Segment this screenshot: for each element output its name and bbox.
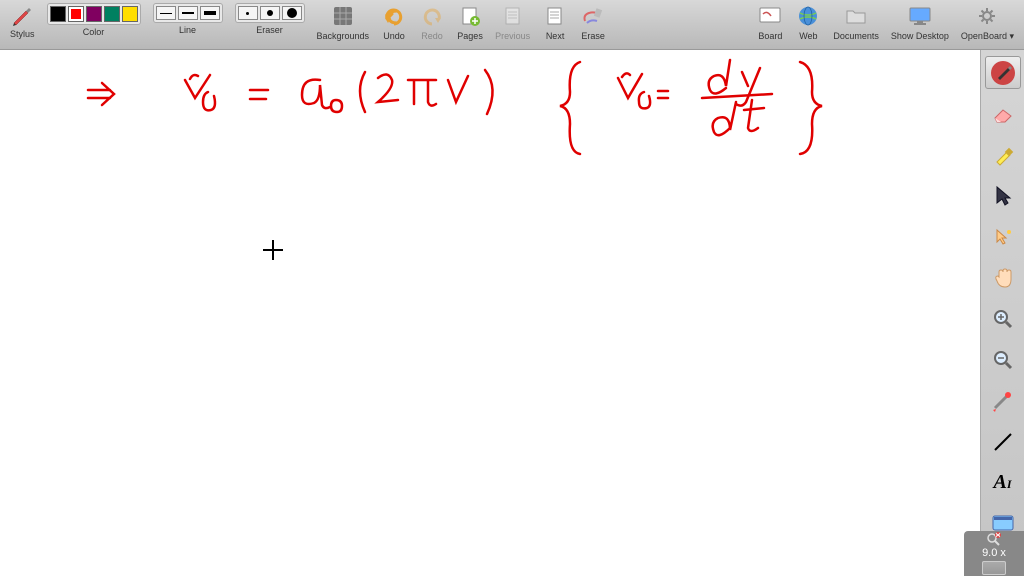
erase-icon — [580, 3, 606, 29]
erase-button[interactable]: Erase — [580, 3, 606, 41]
zoom-reset-icon — [986, 532, 1002, 546]
color-group: Color — [47, 3, 141, 37]
hand-tool[interactable] — [985, 261, 1021, 294]
previous-page-icon — [500, 3, 526, 29]
color-yellow[interactable] — [122, 6, 138, 22]
stylus-group: Stylus — [10, 3, 35, 39]
pages-button[interactable]: Pages — [457, 3, 483, 41]
line-thick[interactable] — [200, 6, 220, 20]
board-button[interactable]: Board — [757, 3, 783, 41]
folder-icon — [843, 3, 869, 29]
zoom-level: 9.0 x — [982, 547, 1006, 559]
eraser-medium[interactable] — [260, 6, 280, 20]
color-black[interactable] — [50, 6, 66, 22]
line-medium[interactable] — [178, 6, 198, 20]
next-page-icon — [542, 3, 568, 29]
desktop-icon — [907, 3, 933, 29]
show-desktop-button[interactable]: Show Desktop — [891, 3, 949, 41]
zoom-out-tool[interactable] — [985, 343, 1021, 376]
pen-tool[interactable] — [985, 56, 1021, 89]
board-icon — [757, 3, 783, 29]
color-red[interactable] — [68, 6, 84, 22]
highlighter-tool[interactable] — [985, 138, 1021, 171]
globe-icon — [795, 3, 821, 29]
line-label: Line — [179, 25, 196, 35]
redo-button[interactable]: Redo — [419, 3, 445, 41]
new-page-icon — [457, 3, 483, 29]
text-tool[interactable]: AI — [985, 466, 1021, 499]
stylus-icon[interactable] — [10, 3, 34, 27]
eraser-small[interactable] — [238, 6, 258, 20]
laser-tool[interactable] — [985, 384, 1021, 417]
undo-button[interactable]: Undo — [381, 3, 407, 41]
eraser-tool[interactable] — [985, 97, 1021, 130]
right-tool-panel: AI — [980, 50, 1024, 576]
web-button[interactable]: Web — [795, 3, 821, 41]
eraser-label: Eraser — [256, 25, 283, 35]
whiteboard-canvas[interactable] — [0, 50, 980, 576]
keyboard-icon[interactable] — [982, 561, 1006, 575]
color-teal[interactable] — [104, 6, 120, 22]
line-group: Line — [153, 3, 223, 35]
next-button[interactable]: Next — [542, 3, 568, 41]
gear-icon — [974, 3, 1000, 29]
main-toolbar: Stylus Color Line Eraser — [0, 0, 1024, 50]
stylus-label: Stylus — [10, 29, 35, 39]
line-thin[interactable] — [156, 6, 176, 20]
undo-icon — [381, 3, 407, 29]
documents-button[interactable]: Documents — [833, 3, 879, 41]
handwriting-layer — [0, 50, 980, 576]
color-label: Color — [83, 27, 105, 37]
redo-icon — [419, 3, 445, 29]
openboard-menu-button[interactable]: OpenBoard ▾ — [961, 3, 1014, 42]
cursor-crosshair — [263, 240, 283, 260]
selector-tool[interactable] — [985, 179, 1021, 212]
backgrounds-button[interactable]: Backgrounds — [317, 3, 370, 41]
pointer-tool[interactable] — [985, 220, 1021, 253]
previous-button[interactable]: Previous — [495, 3, 530, 41]
eraser-size-group: Eraser — [235, 3, 305, 35]
color-purple[interactable] — [86, 6, 102, 22]
line-tool[interactable] — [985, 425, 1021, 458]
eraser-large[interactable] — [282, 6, 302, 20]
zoom-indicator[interactable]: 9.0 x — [964, 531, 1024, 576]
zoom-in-tool[interactable] — [985, 302, 1021, 335]
grid-icon — [330, 3, 356, 29]
